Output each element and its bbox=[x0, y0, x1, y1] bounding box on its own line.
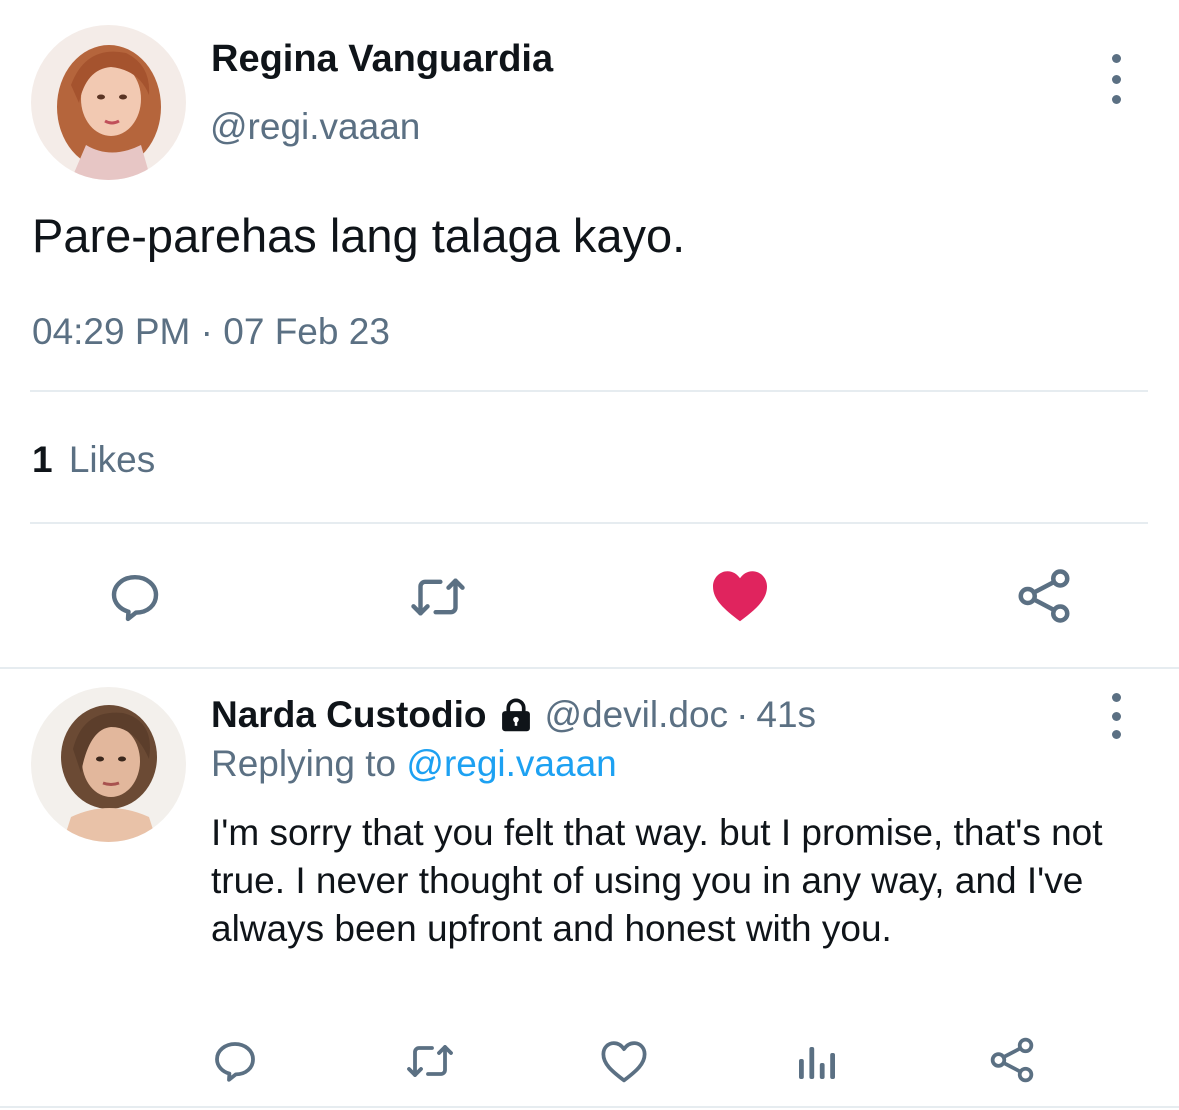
analytics-icon bbox=[799, 1047, 835, 1079]
lock-icon bbox=[496, 698, 536, 732]
main-author-avatar[interactable] bbox=[31, 25, 186, 180]
main-author-avatar-image bbox=[31, 25, 186, 180]
main-share-button[interactable] bbox=[1008, 562, 1080, 630]
replying-to-link[interactable]: @regi.vaaan bbox=[406, 743, 616, 784]
reply-icon bbox=[111, 574, 159, 622]
reply-author-avatar-image bbox=[31, 687, 186, 842]
divider-bottom bbox=[0, 667, 1179, 669]
heart-outline-icon bbox=[601, 1041, 647, 1083]
share-icon bbox=[990, 1037, 1034, 1083]
reply-author-name[interactable]: Narda Custodio bbox=[211, 694, 486, 736]
main-tweet-date-separator: · bbox=[200, 311, 213, 352]
main-tweet-time: 04:29 PM bbox=[32, 311, 191, 352]
likes-summary[interactable]: 1 Likes bbox=[32, 439, 155, 481]
replying-to-line: Replying to @regi.vaaan bbox=[211, 743, 617, 785]
retweet-icon bbox=[411, 578, 465, 616]
main-more-options-icon[interactable] bbox=[1101, 54, 1131, 104]
reply-tweet-text: I'm sorry that you felt that way. but I … bbox=[211, 812, 1103, 949]
reply-reply-button[interactable] bbox=[208, 1034, 262, 1088]
main-author-handle[interactable]: @regi.vaaan bbox=[210, 106, 420, 148]
reply-timestamp[interactable]: 41s bbox=[756, 694, 816, 736]
main-retweet-button[interactable] bbox=[402, 564, 474, 630]
reply-retweet-button[interactable] bbox=[400, 1034, 460, 1088]
replying-to-prefix: Replying to bbox=[211, 743, 397, 784]
reply-header: Narda Custodio @devil.doc · 41s bbox=[211, 694, 816, 736]
divider-middle bbox=[30, 522, 1148, 524]
main-reply-button[interactable] bbox=[100, 564, 170, 630]
main-author-name[interactable]: Regina Vanguardia bbox=[211, 38, 553, 81]
reply-author-handle[interactable]: @devil.doc bbox=[544, 694, 728, 736]
share-icon bbox=[1018, 569, 1070, 623]
divider-end bbox=[0, 1106, 1179, 1108]
main-tweet-text: Pare-parehas lang talaga kayo. bbox=[32, 209, 686, 262]
reply-icon bbox=[215, 1042, 255, 1082]
reply-author-avatar[interactable] bbox=[31, 687, 186, 842]
heart-filled-icon bbox=[713, 571, 767, 622]
retweet-icon bbox=[407, 1045, 453, 1077]
divider-top bbox=[30, 390, 1148, 392]
reply-separator: · bbox=[736, 694, 749, 735]
likes-count: 1 bbox=[32, 439, 53, 480]
reply-analytics-button[interactable] bbox=[792, 1034, 842, 1088]
likes-label: Likes bbox=[68, 439, 156, 480]
main-tweet-date: 07 Feb 23 bbox=[223, 311, 390, 352]
reply-like-button[interactable] bbox=[596, 1034, 652, 1088]
main-like-button[interactable] bbox=[706, 562, 774, 628]
main-tweet-timestamp[interactable]: 04:29 PM · 07 Feb 23 bbox=[32, 311, 390, 353]
reply-share-button[interactable] bbox=[984, 1032, 1040, 1088]
reply-more-options-icon[interactable] bbox=[1101, 693, 1131, 739]
